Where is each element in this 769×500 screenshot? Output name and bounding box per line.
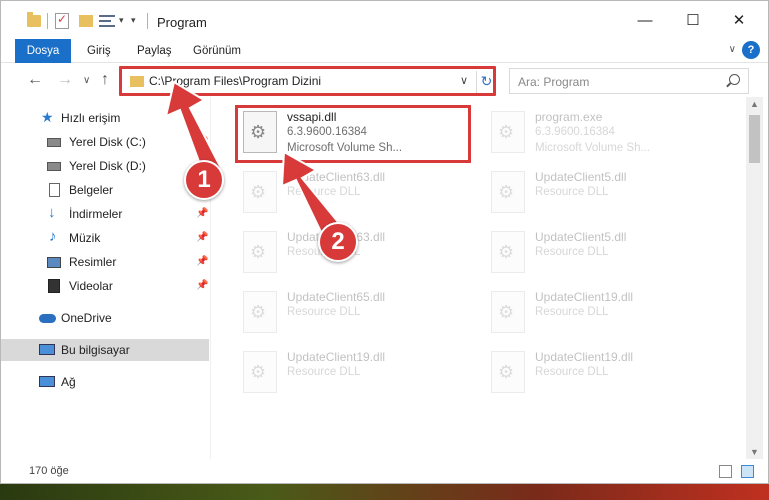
dll-file-icon: [243, 291, 277, 333]
file-item[interactable]: UpdateClient63.dll Resource DLL: [237, 165, 477, 221]
scroll-thumb[interactable]: [749, 115, 760, 163]
separator: [47, 13, 48, 29]
folder-icon: [27, 12, 41, 27]
pictures-icon: [47, 257, 61, 268]
network-icon: [39, 376, 55, 387]
file-item[interactable]: UpdateClient19.dll Resource DLL: [485, 285, 725, 341]
sidebar-item-downloads[interactable]: ↓ İndirmeler 📌: [1, 203, 209, 225]
recent-locations-icon[interactable]: ∨: [83, 75, 90, 86]
exe-file-icon: [491, 111, 525, 153]
separator: [147, 13, 148, 29]
forward-icon[interactable]: →: [57, 71, 73, 89]
vertical-scrollbar[interactable]: ▲ ▼: [746, 97, 763, 459]
computer-icon: [39, 344, 55, 355]
list-view-icon[interactable]: [99, 14, 115, 28]
sidebar-item-music[interactable]: ♪ Müzik 📌: [1, 227, 209, 249]
file-item[interactable]: UpdateClient19.dll Resource DLL: [485, 345, 725, 401]
search-icon[interactable]: [729, 74, 740, 85]
cloud-icon: [39, 314, 56, 323]
dll-file-icon: [491, 351, 525, 393]
back-icon[interactable]: ←: [27, 71, 43, 89]
chevron-down-icon[interactable]: ▾: [119, 15, 124, 26]
sidebar-item-pictures[interactable]: Resimler 📌: [1, 251, 209, 273]
ribbon-tabs: Dosya Giriş Paylaş Görünüm ∨ ?: [1, 39, 768, 63]
sidebar-item-disk-c[interactable]: Yerel Disk (C:) 📌: [1, 131, 209, 153]
pin-icon[interactable]: 📌: [196, 256, 208, 267]
maximize-button[interactable]: ☐: [673, 7, 713, 35]
pin-icon[interactable]: 📌: [196, 136, 208, 147]
documents-icon: [49, 183, 60, 197]
window-title: Program: [157, 15, 207, 30]
sidebar-item-onedrive[interactable]: OneDrive: [1, 307, 209, 329]
status-bar: 170 öğe: [1, 459, 768, 483]
tab-home[interactable]: Giriş: [87, 39, 111, 63]
properties-check-icon[interactable]: [55, 12, 69, 29]
sidebar-item-documents[interactable]: Belgeler 📌: [1, 179, 209, 201]
star-icon: ★: [41, 109, 54, 125]
file-item[interactable]: UpdateClient5.dll Resource DLL: [485, 165, 725, 221]
navigation-pane: ★ Hızlı erişim Yerel Disk (C:) 📌 Yerel D…: [1, 97, 211, 459]
file-item[interactable]: UpdateClient63.dll Resource DLL: [237, 225, 477, 281]
videos-icon: [48, 279, 60, 293]
sidebar-item-quick-access[interactable]: ★ Hızlı erişim: [1, 107, 209, 129]
file-item-program[interactable]: program.exe 6.3.9600.16384 Microsoft Vol…: [485, 105, 725, 161]
drive-icon: [47, 138, 61, 147]
sidebar-item-disk-d[interactable]: Yerel Disk (D:): [1, 155, 209, 177]
drive-icon: [47, 162, 61, 171]
title-bar: ▾ ▾ Program — ☐ ✕: [1, 1, 768, 39]
search-input[interactable]: Ara: Program: [509, 68, 749, 94]
dll-file-icon: [491, 291, 525, 333]
download-icon: ↓: [48, 204, 56, 221]
sidebar-item-videos[interactable]: Videolar 📌: [1, 275, 209, 297]
address-highlight: [119, 66, 496, 96]
step-marker-2: 2: [318, 222, 358, 262]
pin-icon[interactable]: 📌: [196, 208, 208, 219]
pin-icon[interactable]: 📌: [196, 280, 208, 291]
help-button[interactable]: ?: [742, 41, 760, 59]
close-button[interactable]: ✕: [719, 7, 759, 35]
sidebar-item-network[interactable]: Ağ: [1, 371, 209, 393]
item-count: 170 öğe: [29, 465, 69, 477]
file-item[interactable]: UpdateClient5.dll Resource DLL: [485, 225, 725, 281]
customize-toolbar-icon[interactable]: ▾: [131, 15, 136, 26]
dll-file-icon: [491, 231, 525, 273]
file-highlight: [235, 105, 471, 163]
scroll-down-icon[interactable]: ▼: [750, 447, 759, 457]
explorer-window: ▾ ▾ Program — ☐ ✕ Dosya Giriş Paylaş Gör…: [0, 0, 769, 484]
tab-share[interactable]: Paylaş: [137, 39, 172, 63]
dll-file-icon: [243, 231, 277, 273]
pin-icon[interactable]: 📌: [196, 232, 208, 243]
file-item[interactable]: UpdateClient19.dll Resource DLL: [237, 345, 477, 401]
navigation-bar: ← → ∨ ↑ C:\Program Files\Program Dizini …: [1, 63, 768, 97]
dll-file-icon: [243, 171, 277, 213]
music-icon: ♪: [49, 228, 57, 245]
tab-file[interactable]: Dosya: [15, 39, 71, 63]
search-placeholder: Ara: Program: [518, 75, 590, 89]
dll-file-icon: [243, 351, 277, 393]
up-icon[interactable]: ↑: [101, 71, 109, 89]
large-icons-view-icon[interactable]: [741, 465, 754, 478]
tab-view[interactable]: Görünüm: [193, 39, 241, 63]
sidebar-item-this-pc[interactable]: Bu bilgisayar: [1, 339, 209, 361]
scroll-up-icon[interactable]: ▲: [750, 99, 759, 109]
minimize-button[interactable]: —: [625, 7, 665, 35]
details-view-icon[interactable]: [719, 465, 732, 478]
step-marker-1: 1: [184, 160, 224, 200]
new-folder-icon[interactable]: [79, 15, 93, 27]
expand-ribbon-icon[interactable]: ∨: [729, 44, 736, 55]
dll-file-icon: [491, 171, 525, 213]
file-item[interactable]: UpdateClient65.dll Resource DLL: [237, 285, 477, 341]
